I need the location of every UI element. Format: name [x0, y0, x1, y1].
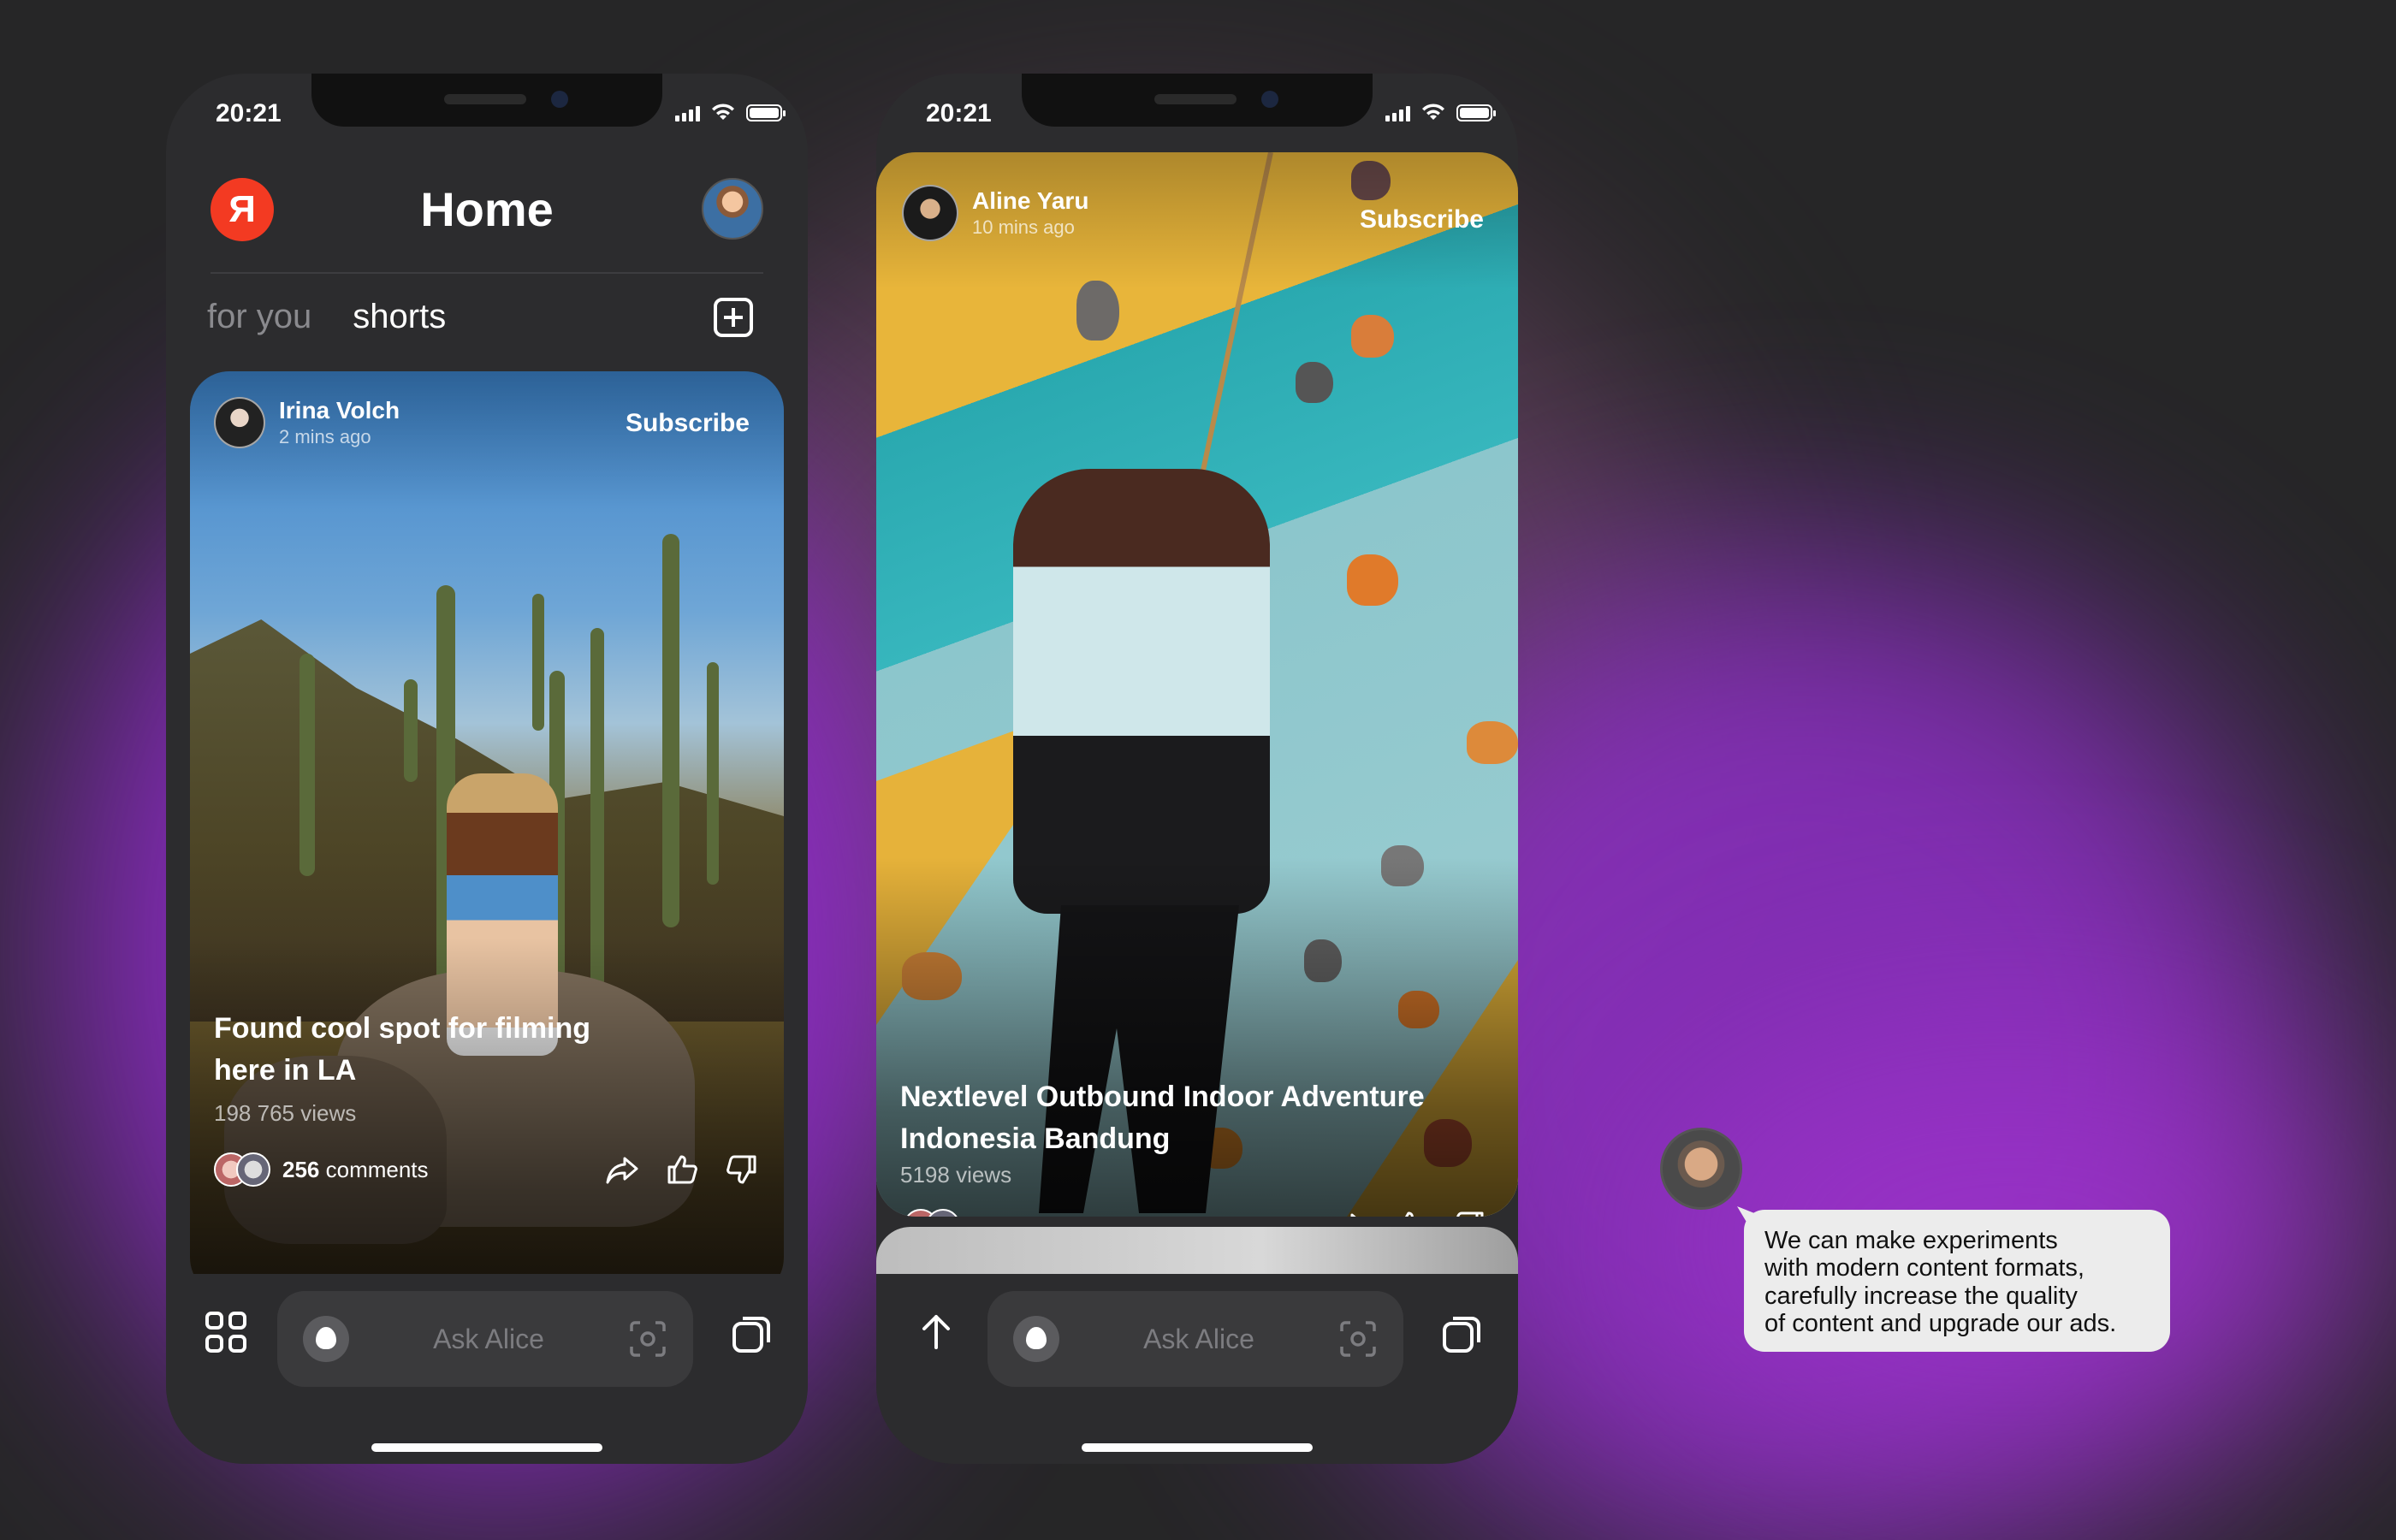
comments-label: comments	[319, 1156, 429, 1182]
post-footer: 256 comments	[904, 1208, 1487, 1217]
tabs-icon[interactable]	[731, 1313, 772, 1354]
comments-count: 256	[282, 1156, 320, 1182]
battery-icon	[746, 104, 786, 121]
share-icon[interactable]	[604, 1152, 640, 1188]
view-count: 198 765 views	[214, 1100, 357, 1126]
post-title-line: Nextlevel Outbound Indoor Adventure	[900, 1081, 1425, 1113]
alice-placeholder[interactable]: Ask Alice	[349, 1324, 628, 1355]
commenter-avatars	[214, 1152, 270, 1187]
signal-icon	[1385, 104, 1410, 121]
post-actions	[604, 1152, 760, 1188]
tabs-icon[interactable]	[1441, 1313, 1482, 1354]
author-name: Aline Yaru	[972, 187, 1089, 214]
commenter-avatar	[1660, 1128, 1742, 1210]
comments-label: comments	[1009, 1213, 1118, 1217]
post-footer: 256 comments	[214, 1152, 760, 1188]
home-indicator[interactable]	[371, 1443, 602, 1452]
tab-shorts[interactable]: shorts	[353, 298, 446, 336]
annotation-line: with modern content formats,	[1764, 1254, 2085, 1282]
alice-icon[interactable]	[1013, 1316, 1059, 1362]
post-title-line: Indonesia Bandung	[900, 1122, 1171, 1156]
grid-icon[interactable]	[202, 1308, 250, 1356]
post-author[interactable]: Aline Yaru 10 mins ago	[902, 185, 1088, 241]
annotation-line: We can make experiments	[1764, 1227, 2058, 1254]
post-actions	[1331, 1208, 1487, 1217]
alice-icon[interactable]	[303, 1316, 349, 1362]
dislike-icon[interactable]	[1451, 1208, 1487, 1217]
post-time: 10 mins ago	[972, 216, 1075, 238]
battery-icon	[1456, 104, 1496, 121]
bottom-bar: Ask Alice	[876, 1274, 1518, 1464]
author-name: Irina Volch	[279, 397, 400, 424]
status-icons	[1385, 103, 1496, 121]
share-icon[interactable]	[1331, 1208, 1367, 1217]
wifi-icon	[712, 104, 734, 120]
alice-placeholder[interactable]: Ask Alice	[1059, 1324, 1338, 1355]
like-icon[interactable]	[664, 1152, 700, 1188]
comments-count: 256	[972, 1213, 1009, 1217]
tab-for-you[interactable]: for you	[207, 298, 311, 336]
arrow-up-icon[interactable]	[912, 1308, 960, 1356]
home-indicator[interactable]	[1082, 1443, 1313, 1452]
wifi-icon	[1422, 104, 1444, 120]
status-time: 20:21	[926, 99, 992, 127]
short-video-card[interactable]: Aline Yaru 10 mins ago Subscribe Nextlev…	[876, 152, 1518, 1217]
profile-avatar[interactable]	[702, 178, 763, 240]
notch	[1022, 74, 1373, 127]
post-title[interactable]: Nextlevel Outbound Indoor Adventure Indo…	[900, 1076, 1499, 1161]
post-card[interactable]: Irina Volch 2 mins ago Subscribe Found c…	[190, 371, 784, 1297]
commenter-avatars	[904, 1209, 960, 1217]
status-icons	[675, 103, 786, 121]
annotation-line: carefully increase the quality	[1764, 1282, 2078, 1310]
like-icon[interactable]	[1391, 1208, 1427, 1217]
annotation-bubble: We can make experiments with modern cont…	[1744, 1210, 2170, 1352]
post-author[interactable]: Irina Volch 2 mins ago	[214, 397, 400, 448]
comments-link[interactable]: 256 comments	[282, 1157, 429, 1183]
annotation-line: of content and upgrade our ads.	[1764, 1310, 2117, 1338]
plus-square-icon[interactable]	[714, 298, 753, 337]
view-count: 5198 views	[900, 1162, 1012, 1188]
alice-search[interactable]: Ask Alice	[277, 1291, 693, 1387]
post-title[interactable]: Found cool spot for filming here in LA	[214, 1008, 659, 1093]
phone-home: 20:21 Я Home for you shorts Irina Volch …	[166, 74, 808, 1464]
comments-link[interactable]: 256 comments	[972, 1213, 1118, 1217]
next-post-preview[interactable]	[876, 1227, 1518, 1278]
post-time: 2 mins ago	[279, 426, 371, 447]
author-avatar[interactable]	[214, 397, 265, 448]
author-avatar[interactable]	[902, 185, 958, 241]
subscribe-button[interactable]: Subscribe	[626, 409, 750, 438]
subscribe-button[interactable]: Subscribe	[1360, 205, 1484, 234]
notch	[311, 74, 662, 127]
dislike-icon[interactable]	[724, 1152, 760, 1188]
scan-icon[interactable]	[1338, 1319, 1378, 1359]
status-time: 20:21	[216, 99, 282, 127]
scan-icon[interactable]	[628, 1319, 667, 1359]
post-title-line: here in LA	[214, 1054, 357, 1087]
post-title-line: Found cool spot for filming	[214, 1012, 591, 1045]
content-tabs: for you shorts	[207, 298, 446, 336]
header-divider	[211, 272, 763, 274]
bottom-bar: Ask Alice	[166, 1274, 808, 1464]
alice-search[interactable]: Ask Alice	[987, 1291, 1403, 1387]
signal-icon	[675, 104, 700, 121]
phone-shorts: 20:21 Aline Yaru 10 mins ago Subscribe N…	[876, 74, 1518, 1464]
